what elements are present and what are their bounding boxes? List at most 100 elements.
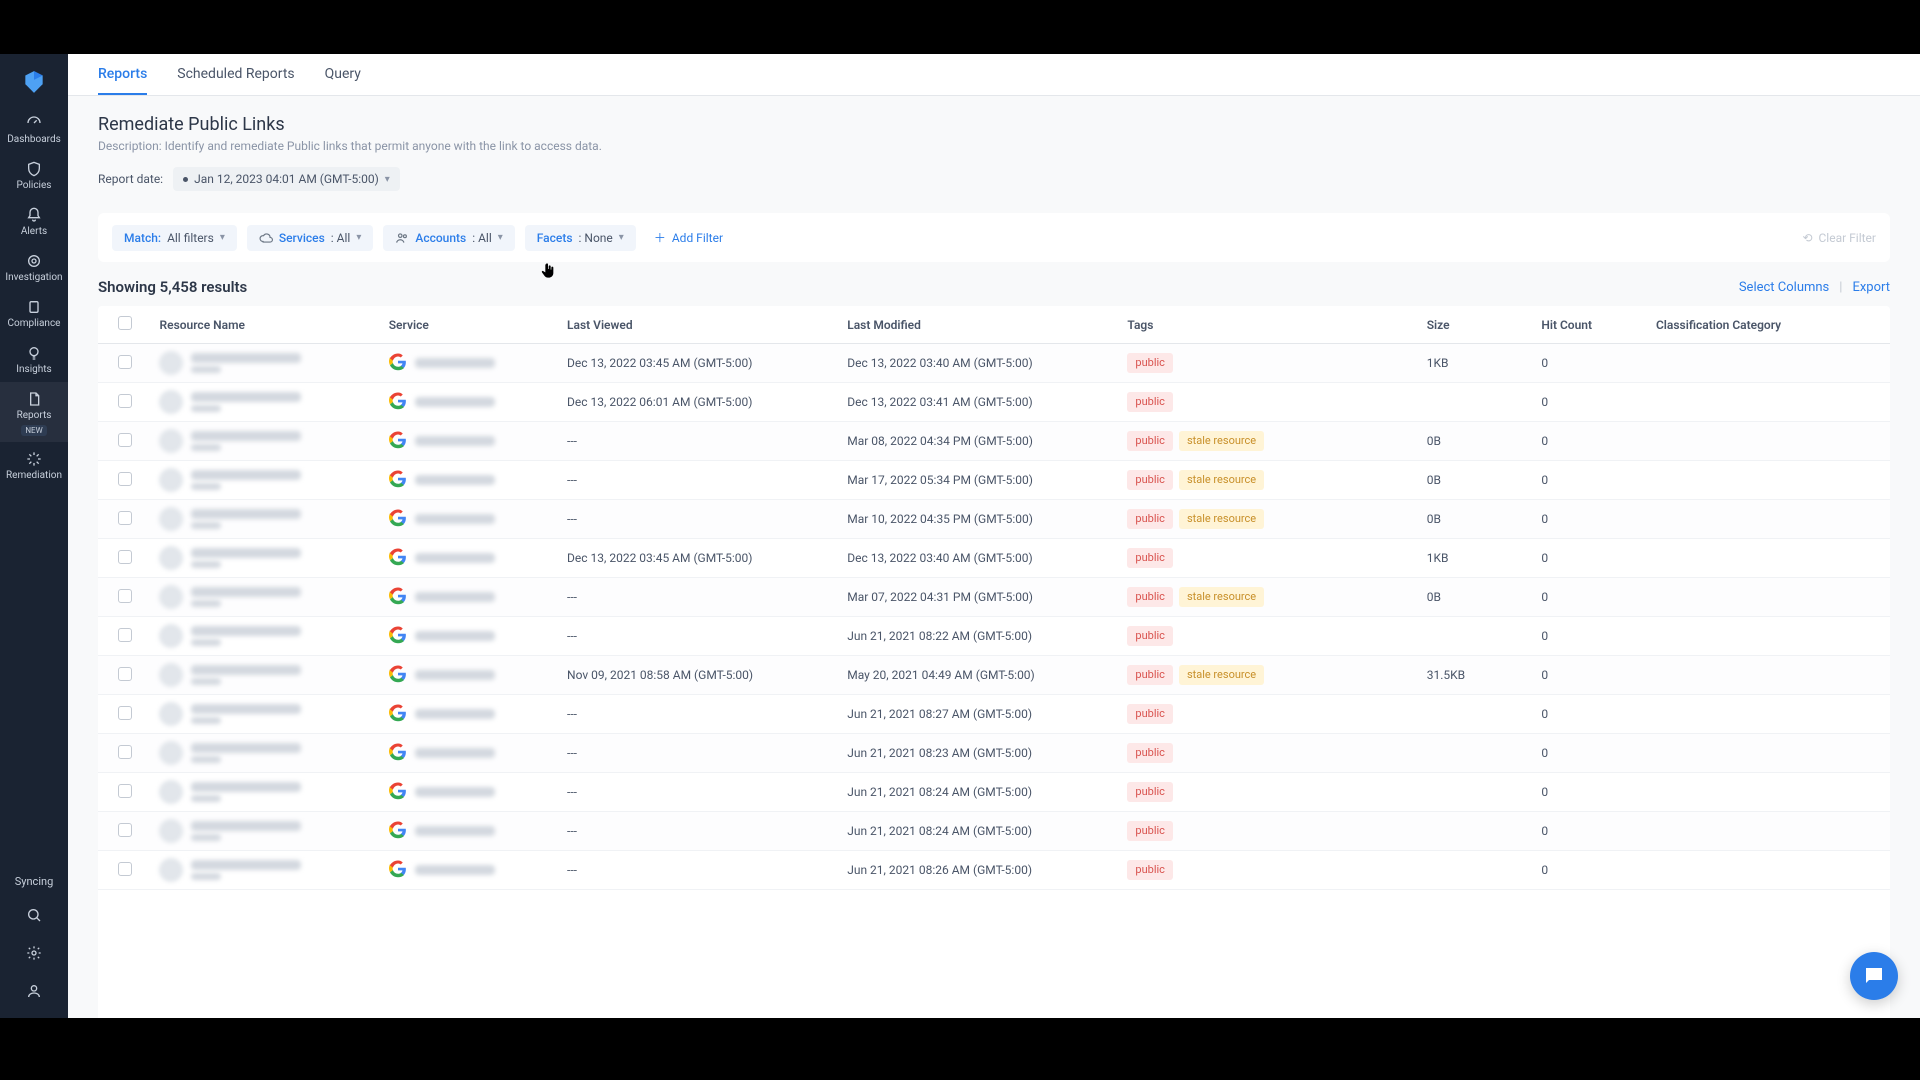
sidebar-item-insights[interactable]: Insights	[0, 336, 68, 382]
filter-services[interactable]: Services : All ▾	[247, 225, 374, 251]
row-checkbox[interactable]	[118, 628, 132, 642]
row-checkbox[interactable]	[118, 511, 132, 525]
row-checkbox-cell	[98, 539, 151, 578]
table-row[interactable]: Nov 09, 2021 08:58 AM (GMT-5:00)May 20, …	[98, 656, 1890, 695]
sidebar-item-remediation[interactable]: Remediation	[0, 442, 68, 488]
row-checkbox[interactable]	[118, 433, 132, 447]
report-date-selector[interactable]: Jan 12, 2023 04:01 AM (GMT-5:00) ▾	[173, 167, 400, 191]
row-checkbox[interactable]	[118, 550, 132, 564]
tab-query[interactable]: Query	[325, 54, 361, 95]
sidebar-item-dashboards[interactable]: Dashboards	[0, 106, 68, 152]
tag-public: public	[1127, 470, 1173, 491]
sidebar-item-reports[interactable]: Reports NEW	[0, 382, 68, 442]
resource-avatar	[159, 546, 183, 570]
resource-sub-redacted	[191, 522, 221, 529]
select-columns-button[interactable]: Select Columns	[1739, 280, 1829, 295]
gear-icon	[25, 944, 43, 962]
cell-last-viewed: Dec 13, 2022 03:45 AM (GMT-5:00)	[559, 344, 839, 383]
tab-label: Scheduled Reports	[177, 66, 294, 82]
table-row[interactable]: ---Jun 21, 2021 08:26 AM (GMT-5:00)publi…	[98, 851, 1890, 890]
row-checkbox[interactable]	[118, 472, 132, 486]
tag-stale: stale resource	[1179, 470, 1264, 491]
col-last-modified[interactable]: Last Modified	[839, 306, 1119, 344]
col-service[interactable]: Service	[381, 306, 559, 344]
cell-tags: publicstale resource	[1119, 500, 1418, 539]
resource-name-redacted	[191, 548, 301, 558]
cell-last-viewed: ---	[559, 578, 839, 617]
cell-hit-count: 0	[1533, 812, 1648, 851]
col-last-viewed[interactable]: Last Viewed	[559, 306, 839, 344]
sidebar-item-alerts[interactable]: Alerts	[0, 198, 68, 244]
sidebar-settings[interactable]	[0, 934, 68, 972]
resource-sub-redacted	[191, 639, 221, 646]
resource-sub-redacted	[191, 756, 221, 763]
filter-match[interactable]: Match: All filters ▾	[112, 225, 237, 251]
resource-sub-redacted	[191, 366, 221, 373]
sidebar-item-label: Remediation	[6, 470, 62, 482]
filter-value: : None	[579, 231, 613, 245]
filter-key: Facets	[537, 231, 573, 245]
table-row[interactable]: ---Mar 17, 2022 05:34 PM (GMT-5:00)publi…	[98, 461, 1890, 500]
col-size[interactable]: Size	[1419, 306, 1534, 344]
col-hit-count[interactable]: Hit Count	[1533, 306, 1648, 344]
table-row[interactable]: ---Jun 21, 2021 08:27 AM (GMT-5:00)publi…	[98, 695, 1890, 734]
resource-avatar	[159, 585, 183, 609]
app-logo[interactable]	[20, 68, 48, 96]
cell-classification	[1648, 734, 1890, 773]
cell-size	[1419, 734, 1534, 773]
cell-classification	[1648, 578, 1890, 617]
table-row[interactable]: ---Jun 21, 2021 08:22 AM (GMT-5:00)publi…	[98, 617, 1890, 656]
sidebar-item-compliance[interactable]: Compliance	[0, 290, 68, 336]
table-row[interactable]: ---Jun 21, 2021 08:24 AM (GMT-5:00)publi…	[98, 812, 1890, 851]
sidebar-profile[interactable]	[0, 972, 68, 1010]
cell-service	[381, 695, 559, 734]
table-row[interactable]: Dec 13, 2022 03:45 AM (GMT-5:00)Dec 13, …	[98, 539, 1890, 578]
row-checkbox[interactable]	[118, 706, 132, 720]
table-row[interactable]: ---Mar 08, 2022 04:34 PM (GMT-5:00)publi…	[98, 422, 1890, 461]
col-classification[interactable]: Classification Category	[1648, 306, 1890, 344]
filter-accounts[interactable]: Accounts : All ▾	[383, 225, 514, 251]
row-checkbox[interactable]	[118, 589, 132, 603]
chevron-down-icon: ▾	[619, 232, 624, 243]
tag-public: public	[1127, 821, 1173, 842]
export-button[interactable]: Export	[1852, 280, 1890, 295]
cell-last-viewed: ---	[559, 617, 839, 656]
table-row[interactable]: ---Mar 07, 2022 04:31 PM (GMT-5:00)publi…	[98, 578, 1890, 617]
chevron-down-icon: ▾	[356, 232, 361, 243]
row-checkbox-cell	[98, 617, 151, 656]
row-checkbox[interactable]	[118, 784, 132, 798]
row-checkbox-cell	[98, 383, 151, 422]
row-checkbox[interactable]	[118, 667, 132, 681]
row-checkbox[interactable]	[118, 823, 132, 837]
filter-facets[interactable]: Facets : None ▾	[525, 225, 636, 251]
cell-classification	[1648, 851, 1890, 890]
resource-name-redacted	[191, 431, 301, 441]
sidebar-item-policies[interactable]: Policies	[0, 152, 68, 198]
row-checkbox[interactable]	[118, 394, 132, 408]
tab-scheduled-reports[interactable]: Scheduled Reports	[177, 54, 294, 95]
sidebar-item-investigation[interactable]: Investigation	[0, 244, 68, 290]
row-checkbox[interactable]	[118, 862, 132, 876]
users-icon	[395, 231, 409, 245]
add-filter-button[interactable]: ＋ Add Filter	[646, 223, 731, 252]
chat-launcher[interactable]	[1850, 952, 1898, 1000]
col-tags[interactable]: Tags	[1119, 306, 1418, 344]
select-all-checkbox[interactable]	[118, 316, 132, 330]
cell-classification	[1648, 695, 1890, 734]
table-row[interactable]: ---Jun 21, 2021 08:24 AM (GMT-5:00)publi…	[98, 773, 1890, 812]
resource-name-redacted	[191, 704, 301, 714]
row-checkbox[interactable]	[118, 745, 132, 759]
clear-filter-button[interactable]: ⟲ Clear Filter	[1802, 231, 1876, 245]
table-row[interactable]: Dec 13, 2022 03:45 AM (GMT-5:00)Dec 13, …	[98, 344, 1890, 383]
row-checkbox[interactable]	[118, 355, 132, 369]
col-resource-name[interactable]: Resource Name	[151, 306, 380, 344]
table-row[interactable]: ---Jun 21, 2021 08:23 AM (GMT-5:00)publi…	[98, 734, 1890, 773]
row-checkbox-cell	[98, 734, 151, 773]
sync-status: Syncing	[15, 867, 54, 896]
sidebar-search[interactable]	[0, 896, 68, 934]
table-row[interactable]: Dec 13, 2022 06:01 AM (GMT-5:00)Dec 13, …	[98, 383, 1890, 422]
cell-last-modified: Dec 13, 2022 03:40 AM (GMT-5:00)	[839, 344, 1119, 383]
filter-value: : All	[331, 231, 351, 245]
table-row[interactable]: ---Mar 10, 2022 04:35 PM (GMT-5:00)publi…	[98, 500, 1890, 539]
tab-reports[interactable]: Reports	[98, 54, 147, 95]
